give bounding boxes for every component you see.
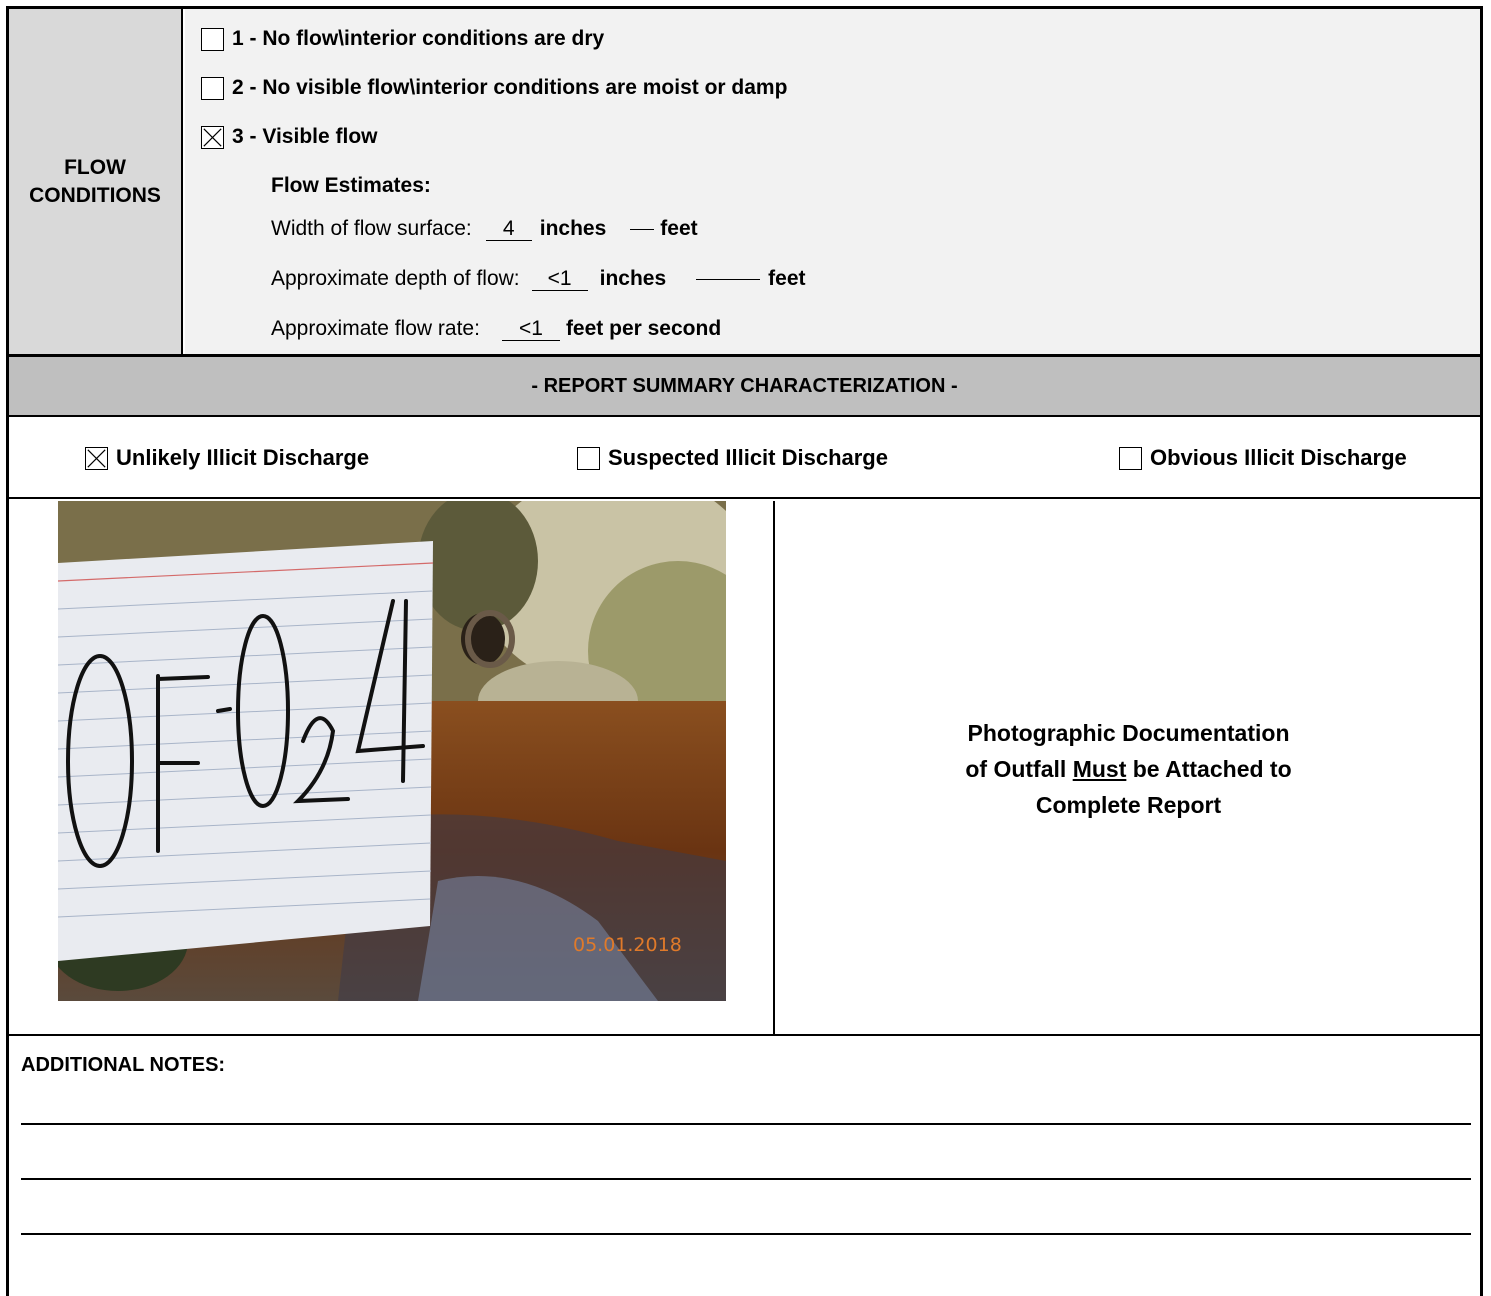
photo-cell: 05.01.2018 [9, 501, 775, 1036]
flow-conditions-label: FLOW CONDITIONS [9, 9, 183, 354]
flow-option-3[interactable]: 3 - Visible flow [201, 123, 377, 151]
width-of-flow-row: Width of flow surface: 4 inches feet [271, 216, 698, 241]
depth-inches-field[interactable]: <1 [531, 267, 588, 291]
report-summary-header: - REPORT SUMMARY CHARACTERIZATION - [9, 357, 1480, 417]
flow-estimates-title: Flow Estimates: [271, 174, 431, 197]
depth-of-flow-row: Approximate depth of flow: <1 inches fee… [271, 266, 806, 291]
flow-rate-field[interactable]: <1 [501, 317, 560, 341]
choice-suspected[interactable]: Suspected Illicit Discharge [577, 445, 888, 471]
index-card-icon [58, 541, 434, 961]
checkbox-checked[interactable] [85, 446, 108, 470]
choice-unlikely[interactable]: Unlikely Illicit Discharge [85, 445, 369, 471]
notes-line[interactable] [21, 1233, 1471, 1235]
outfall-photo: 05.01.2018 [58, 501, 726, 1001]
characterization-choices: Unlikely Illicit Discharge Suspected Ill… [9, 419, 1480, 499]
notes-line[interactable] [21, 1123, 1471, 1125]
width-feet-field[interactable] [630, 228, 655, 230]
notes-line[interactable] [21, 1178, 1471, 1180]
photo-date-stamp: 05.01.2018 [573, 934, 682, 956]
checkbox-checked[interactable] [201, 125, 224, 149]
width-inches-field[interactable]: 4 [485, 217, 532, 241]
additional-notes-section: ADDITIONAL NOTES: [9, 1038, 1480, 1296]
photo-documentation-note: Photographic Documentation of Outfall Mu… [965, 719, 1292, 818]
flow-option-1[interactable]: 1 - No flow\interior conditions are dry [201, 25, 604, 53]
flow-rate-row: Approximate flow rate: <1 feet per secon… [271, 316, 722, 341]
checkbox-unchecked[interactable] [201, 27, 224, 51]
checkbox-unchecked[interactable] [201, 76, 224, 100]
flow-conditions-section: FLOW CONDITIONS 1 - No flow\interior con… [9, 9, 1480, 357]
checkbox-unchecked[interactable] [1119, 446, 1142, 470]
report-form: FLOW CONDITIONS 1 - No flow\interior con… [6, 6, 1483, 1296]
photo-section: 05.01.2018 Photographic Documentation of… [9, 501, 1480, 1036]
additional-notes-title: ADDITIONAL NOTES: [21, 1054, 226, 1076]
choice-obvious[interactable]: Obvious Illicit Discharge [1119, 445, 1407, 471]
depth-feet-field[interactable] [696, 278, 761, 280]
flow-conditions-options: 1 - No flow\interior conditions are dry … [185, 9, 1480, 354]
flow-option-2[interactable]: 2 - No visible flow\interior conditions … [201, 74, 787, 102]
checkbox-unchecked[interactable] [577, 446, 600, 470]
